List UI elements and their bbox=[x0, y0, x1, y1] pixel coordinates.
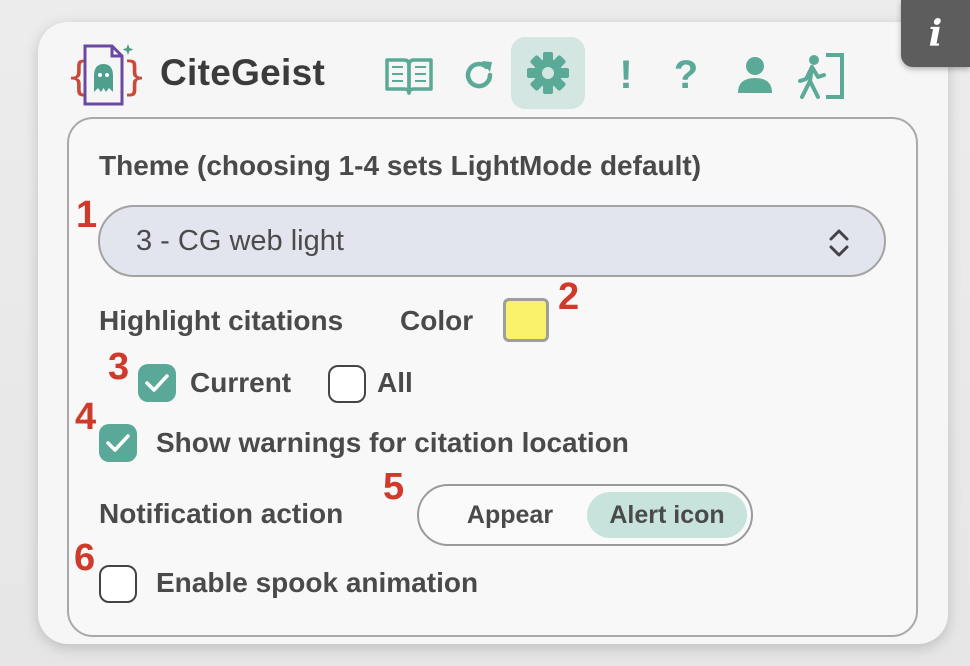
theme-select[interactable]: 3 - CG web light bbox=[98, 205, 886, 277]
gear-icon bbox=[527, 52, 569, 94]
spook-label: Enable spook animation bbox=[156, 567, 479, 598]
marker-1: 1 bbox=[76, 194, 98, 236]
warnings-checkbox[interactable] bbox=[99, 424, 137, 462]
all-checkbox[interactable] bbox=[328, 365, 366, 403]
chevron-updown-icon bbox=[829, 229, 849, 257]
all-label: All bbox=[377, 367, 413, 398]
info-icon: i bbox=[928, 12, 943, 55]
gear-button[interactable] bbox=[511, 37, 585, 109]
theme-select-value: 3 - CG web light bbox=[136, 224, 344, 257]
svg-text:}: } bbox=[122, 54, 142, 100]
marker-3: 3 bbox=[108, 346, 130, 388]
ghost-logo-icon: { } bbox=[66, 44, 142, 106]
svg-text:{: { bbox=[66, 54, 91, 100]
notification-toggle[interactable]: Appear Alert icon bbox=[417, 484, 753, 546]
current-label: Current bbox=[190, 367, 292, 398]
info-button[interactable]: i bbox=[901, 0, 970, 67]
spook-checkbox[interactable] bbox=[99, 565, 137, 603]
warnings-label: Show warnings for citation location bbox=[156, 427, 629, 458]
stage: i { } CiteGeist bbox=[0, 0, 970, 666]
highlight-color-swatch[interactable] bbox=[503, 298, 549, 342]
exit-icon[interactable] bbox=[796, 50, 848, 100]
checkmark-icon bbox=[106, 434, 130, 452]
marker-6: 6 bbox=[74, 537, 96, 579]
question-glyph: ? bbox=[673, 52, 699, 97]
marker-2: 2 bbox=[558, 276, 580, 318]
user-icon[interactable] bbox=[734, 54, 776, 96]
marker-5: 5 bbox=[383, 466, 405, 508]
question-icon[interactable]: ? bbox=[668, 50, 704, 100]
theme-label: Theme (choosing 1-4 sets LightMode defau… bbox=[99, 150, 702, 181]
book-icon[interactable] bbox=[383, 52, 435, 98]
notification-label: Notification action bbox=[99, 498, 344, 529]
appear-option[interactable]: Appear bbox=[435, 492, 585, 538]
marker-4: 4 bbox=[75, 396, 97, 438]
checkmark-icon bbox=[145, 374, 169, 392]
alert-icon-option[interactable]: Alert icon bbox=[587, 492, 747, 538]
color-label: Color bbox=[400, 305, 474, 336]
current-checkbox[interactable] bbox=[138, 364, 176, 402]
exclamation-glyph: ! bbox=[619, 52, 633, 97]
refresh-icon[interactable] bbox=[459, 55, 499, 95]
highlight-label: Highlight citations bbox=[99, 305, 344, 336]
app-title: CiteGeist bbox=[160, 52, 326, 93]
exclamation-icon[interactable]: ! bbox=[612, 50, 640, 100]
